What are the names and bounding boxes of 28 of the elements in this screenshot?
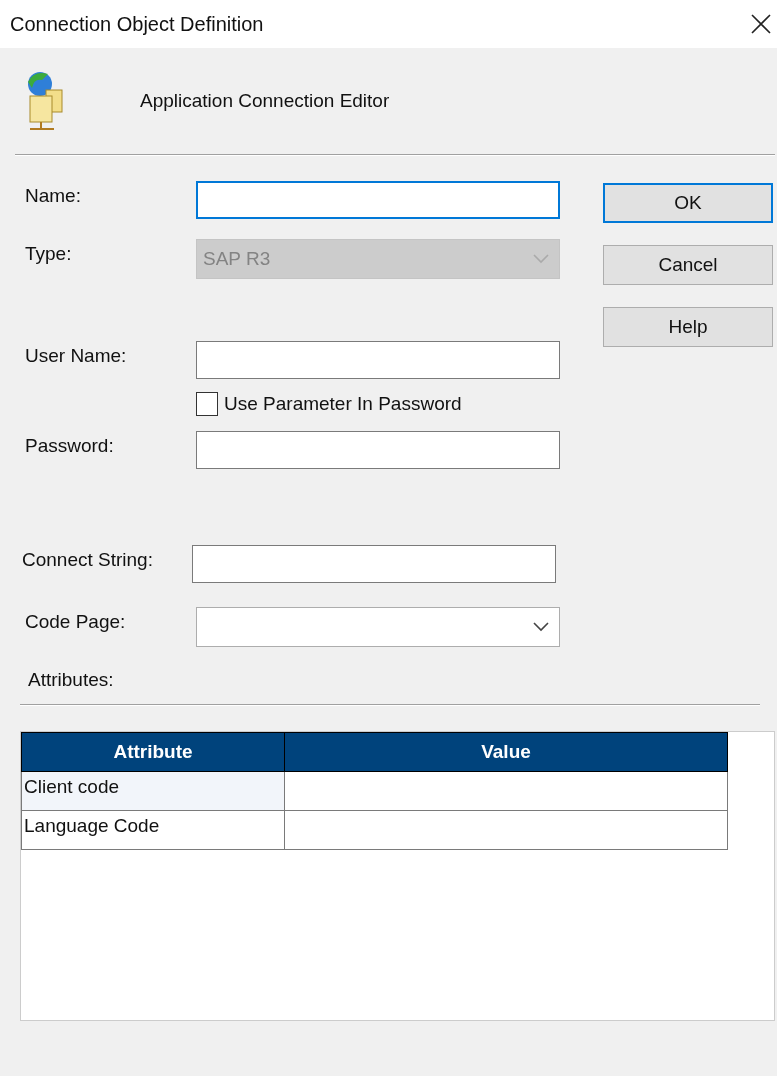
attributes-label: Attributes: <box>27 668 115 692</box>
chevron-down-icon <box>533 622 549 632</box>
table-cell[interactable] <box>284 810 728 850</box>
window-title: Connection Object Definition <box>10 12 264 36</box>
dialog-button[interactable]: Help <box>603 307 773 347</box>
checkbox-label: Use Parameter In Password <box>224 393 462 415</box>
input-field[interactable] <box>196 431 560 469</box>
chevron-down-icon <box>533 254 549 264</box>
input-field[interactable] <box>192 545 556 583</box>
dialog-button[interactable]: Cancel <box>603 245 773 285</box>
editor-heading: Application Connection Editor <box>140 90 390 112</box>
field-label: Name: <box>24 184 82 207</box>
field-label: User Name: <box>24 344 128 367</box>
field-label: Type: <box>24 242 73 265</box>
dialog-button[interactable]: OK <box>603 183 773 223</box>
field-label: Password: <box>24 434 115 457</box>
field-label: Connect String: <box>21 548 154 571</box>
checkbox[interactable] <box>196 392 218 416</box>
table-cell[interactable]: Client code <box>21 771 285 811</box>
table-cell[interactable]: Language Code <box>21 810 285 850</box>
table-cell[interactable] <box>284 771 728 811</box>
input-field[interactable] <box>196 181 560 219</box>
column-header: Attribute <box>21 732 285 772</box>
input-field[interactable] <box>196 341 560 379</box>
close-icon[interactable] <box>751 14 771 34</box>
dropdown-field[interactable] <box>196 607 560 647</box>
field-label: Code Page: <box>24 610 127 633</box>
column-header: Value <box>284 732 728 772</box>
